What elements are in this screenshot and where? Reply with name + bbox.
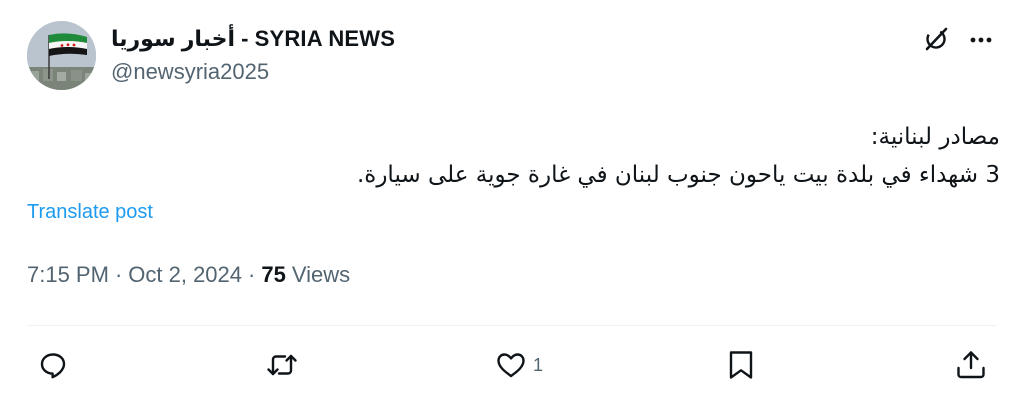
reply-button[interactable] [36,346,70,384]
more-icon[interactable] [968,27,994,53]
like-count: 1 [533,354,544,375]
author-display-name[interactable]: أخبار سوريا - SYRIA NEWS [111,26,395,52]
post-body-line: 3 شهداء في بلدة بيت ياحون جنوب لبنان في … [356,162,1000,188]
post-body-line: مصادر لبنانية: [870,124,1000,150]
post-date[interactable]: Oct 2, 2024 [128,262,242,288]
share-icon [957,351,985,379]
views-count: 75 [261,262,286,287]
repost-icon [267,354,297,376]
share-button[interactable] [954,346,988,384]
post-body: مصادر لبنانية: 3 شهداء في بلدة بيت ياحون… [100,118,1000,194]
author-handle[interactable]: @newsyria2025 [111,59,269,85]
post-time[interactable]: 7:15 PM [27,262,109,288]
like-button[interactable]: 1 [494,346,543,384]
repost-button[interactable] [265,346,299,384]
meta-separator: · [114,262,123,287]
heart-icon [497,353,525,378]
meta-separator: · [248,262,256,287]
bookmark-icon [729,351,753,379]
post-metadata: 7:15 PM · Oct 2, 2024 · 75 Views [27,262,350,288]
author-name-row[interactable]: أخبار سوريا - SYRIA NEWS [111,24,395,54]
translate-post-link[interactable]: Translate post [27,201,153,224]
reply-icon [40,353,66,379]
grok-icon[interactable] [922,25,950,53]
views-label: Views [291,262,351,287]
divider [27,325,997,326]
avatar-image [27,21,96,90]
bookmark-button[interactable] [724,346,758,384]
avatar[interactable] [27,21,96,90]
